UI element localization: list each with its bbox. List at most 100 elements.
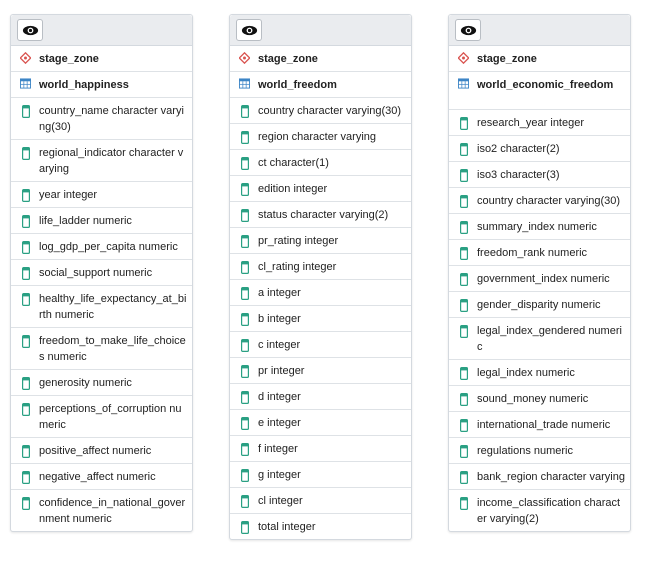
column-row-legal-index[interactable]: legal_index numeric <box>449 360 630 386</box>
column-label: a integer <box>258 287 301 299</box>
column-row-cl[interactable]: cl integer <box>230 488 411 514</box>
column-row-healthy-life-expectancy-at-birth[interactable]: healthy_life_expectancy_at_birth numeric <box>11 286 192 328</box>
column-icon <box>458 367 469 380</box>
table-name: world_freedom <box>258 79 337 91</box>
column-label: freedom_to_make_life_choices numeric <box>39 335 186 363</box>
column-label: regional_indicator character varying <box>39 147 184 175</box>
column-icon <box>20 147 31 160</box>
toggle-visibility-button[interactable] <box>17 19 43 41</box>
column-row-international-trade[interactable]: international_trade numeric <box>449 412 630 438</box>
table-grid-icon <box>239 78 250 89</box>
column-row-a[interactable]: a integer <box>230 280 411 306</box>
column-icon <box>458 247 469 260</box>
column-icon <box>239 131 250 144</box>
column-row-government-index[interactable]: government_index numeric <box>449 266 630 292</box>
column-label: ct character(1) <box>258 157 329 169</box>
column-icon <box>239 391 250 404</box>
column-label: legal_index_gendered numeric <box>477 325 622 353</box>
table-name-row[interactable]: world_economic_freedom <box>449 72 630 110</box>
schema-row[interactable]: stage_zone <box>449 46 630 72</box>
column-row-f[interactable]: f integer <box>230 436 411 462</box>
column-icon <box>20 215 31 228</box>
schema-row[interactable]: stage_zone <box>230 46 411 72</box>
column-row-year[interactable]: year integer <box>11 182 192 208</box>
toggle-visibility-button[interactable] <box>236 19 262 41</box>
column-row-iso3[interactable]: iso3 character(3) <box>449 162 630 188</box>
column-icon <box>239 417 250 430</box>
table-card-world-happiness[interactable]: stage_zone world_happiness country_name ch… <box>10 14 193 532</box>
column-row-edition[interactable]: edition integer <box>230 176 411 202</box>
column-row-sound-money[interactable]: sound_money numeric <box>449 386 630 412</box>
column-label: confidence_in_national_government numeri… <box>39 497 186 525</box>
column-row-research-year[interactable]: research_year integer <box>449 110 630 136</box>
column-row-legal-index-gendered[interactable]: legal_index_gendered numeric <box>449 318 630 360</box>
schema-diamond-icon <box>20 52 31 64</box>
column-label: social_support numeric <box>39 267 153 279</box>
column-row-total[interactable]: total integer <box>230 514 411 539</box>
column-icon <box>458 273 469 286</box>
column-icon <box>20 293 31 306</box>
column-label: cl integer <box>258 495 303 507</box>
schema-name: stage_zone <box>477 53 537 65</box>
column-row-status[interactable]: status character varying(2) <box>230 202 411 228</box>
table-card-world-economic-freedom[interactable]: stage_zone world_economic_freedom research… <box>448 14 631 532</box>
column-label: total integer <box>258 521 316 533</box>
schema-row[interactable]: stage_zone <box>11 46 192 72</box>
column-row-region[interactable]: region character varying <box>230 124 411 150</box>
column-label: regulations numeric <box>477 445 573 457</box>
table-card-world-freedom[interactable]: stage_zone world_freedomcountry character… <box>229 14 412 540</box>
toggle-visibility-button[interactable] <box>455 19 481 41</box>
column-icon <box>20 403 31 416</box>
table-name-row[interactable]: world_freedom <box>230 72 411 98</box>
column-icon <box>458 471 469 484</box>
column-label: b integer <box>258 313 301 325</box>
column-label: positive_affect numeric <box>39 445 152 457</box>
column-row-bank-region[interactable]: bank_region character varying <box>449 464 630 490</box>
schema-name: stage_zone <box>39 53 99 65</box>
column-icon <box>20 335 31 348</box>
column-row-summary-index[interactable]: summary_index numeric <box>449 214 630 240</box>
column-row-ct[interactable]: ct character(1) <box>230 150 411 176</box>
column-row-pr-rating[interactable]: pr_rating integer <box>230 228 411 254</box>
column-label: e integer <box>258 417 301 429</box>
column-row-regional-indicator[interactable]: regional_indicator character varying <box>11 140 192 182</box>
column-row-country-name[interactable]: country_name character varying(30) <box>11 98 192 140</box>
column-label: c integer <box>258 339 301 351</box>
column-row-pr[interactable]: pr integer <box>230 358 411 384</box>
column-row-generosity[interactable]: generosity numeric <box>11 370 192 396</box>
column-row-positive-affect[interactable]: positive_affect numeric <box>11 438 192 464</box>
column-row-social-support[interactable]: social_support numeric <box>11 260 192 286</box>
column-row-e[interactable]: e integer <box>230 410 411 436</box>
column-icon <box>458 169 469 182</box>
column-icon <box>20 445 31 458</box>
column-row-income-classification[interactable]: income_classification character varying(… <box>449 490 630 531</box>
column-row-life-ladder[interactable]: life_ladder numeric <box>11 208 192 234</box>
column-row-country[interactable]: country character varying(30) <box>449 188 630 214</box>
column-row-freedom-rank[interactable]: freedom_rank numeric <box>449 240 630 266</box>
column-row-cl-rating[interactable]: cl_rating integer <box>230 254 411 280</box>
column-icon <box>458 117 469 130</box>
column-label: status character varying(2) <box>258 209 389 221</box>
column-label: pr_rating integer <box>258 235 339 247</box>
column-row-gender-disparity[interactable]: gender_disparity numeric <box>449 292 630 318</box>
column-row-log-gdp-per-capita[interactable]: log_gdp_per_capita numeric <box>11 234 192 260</box>
column-row-regulations[interactable]: regulations numeric <box>449 438 630 464</box>
column-row-d[interactable]: d integer <box>230 384 411 410</box>
column-row-iso2[interactable]: iso2 character(2) <box>449 136 630 162</box>
column-row-c[interactable]: c integer <box>230 332 411 358</box>
column-label: research_year integer <box>477 117 585 129</box>
column-row-negative-affect[interactable]: negative_affect numeric <box>11 464 192 490</box>
column-row-country[interactable]: country character varying(30) <box>230 98 411 124</box>
column-label: sound_money numeric <box>477 393 589 405</box>
column-row-confidence-in-national-government[interactable]: confidence_in_national_government numeri… <box>11 490 192 531</box>
column-icon <box>239 469 250 482</box>
column-row-g[interactable]: g integer <box>230 462 411 488</box>
column-icon <box>239 495 250 508</box>
table-name-row[interactable]: world_happiness <box>11 72 192 98</box>
column-label: legal_index numeric <box>477 367 575 379</box>
column-row-perceptions-of-corruption[interactable]: perceptions_of_corruption numeric <box>11 396 192 438</box>
column-label: income_classification character varying(… <box>477 497 621 525</box>
column-row-b[interactable]: b integer <box>230 306 411 332</box>
column-row-freedom-to-make-life-choices[interactable]: freedom_to_make_life_choices numeric <box>11 328 192 370</box>
column-icon <box>239 443 250 456</box>
